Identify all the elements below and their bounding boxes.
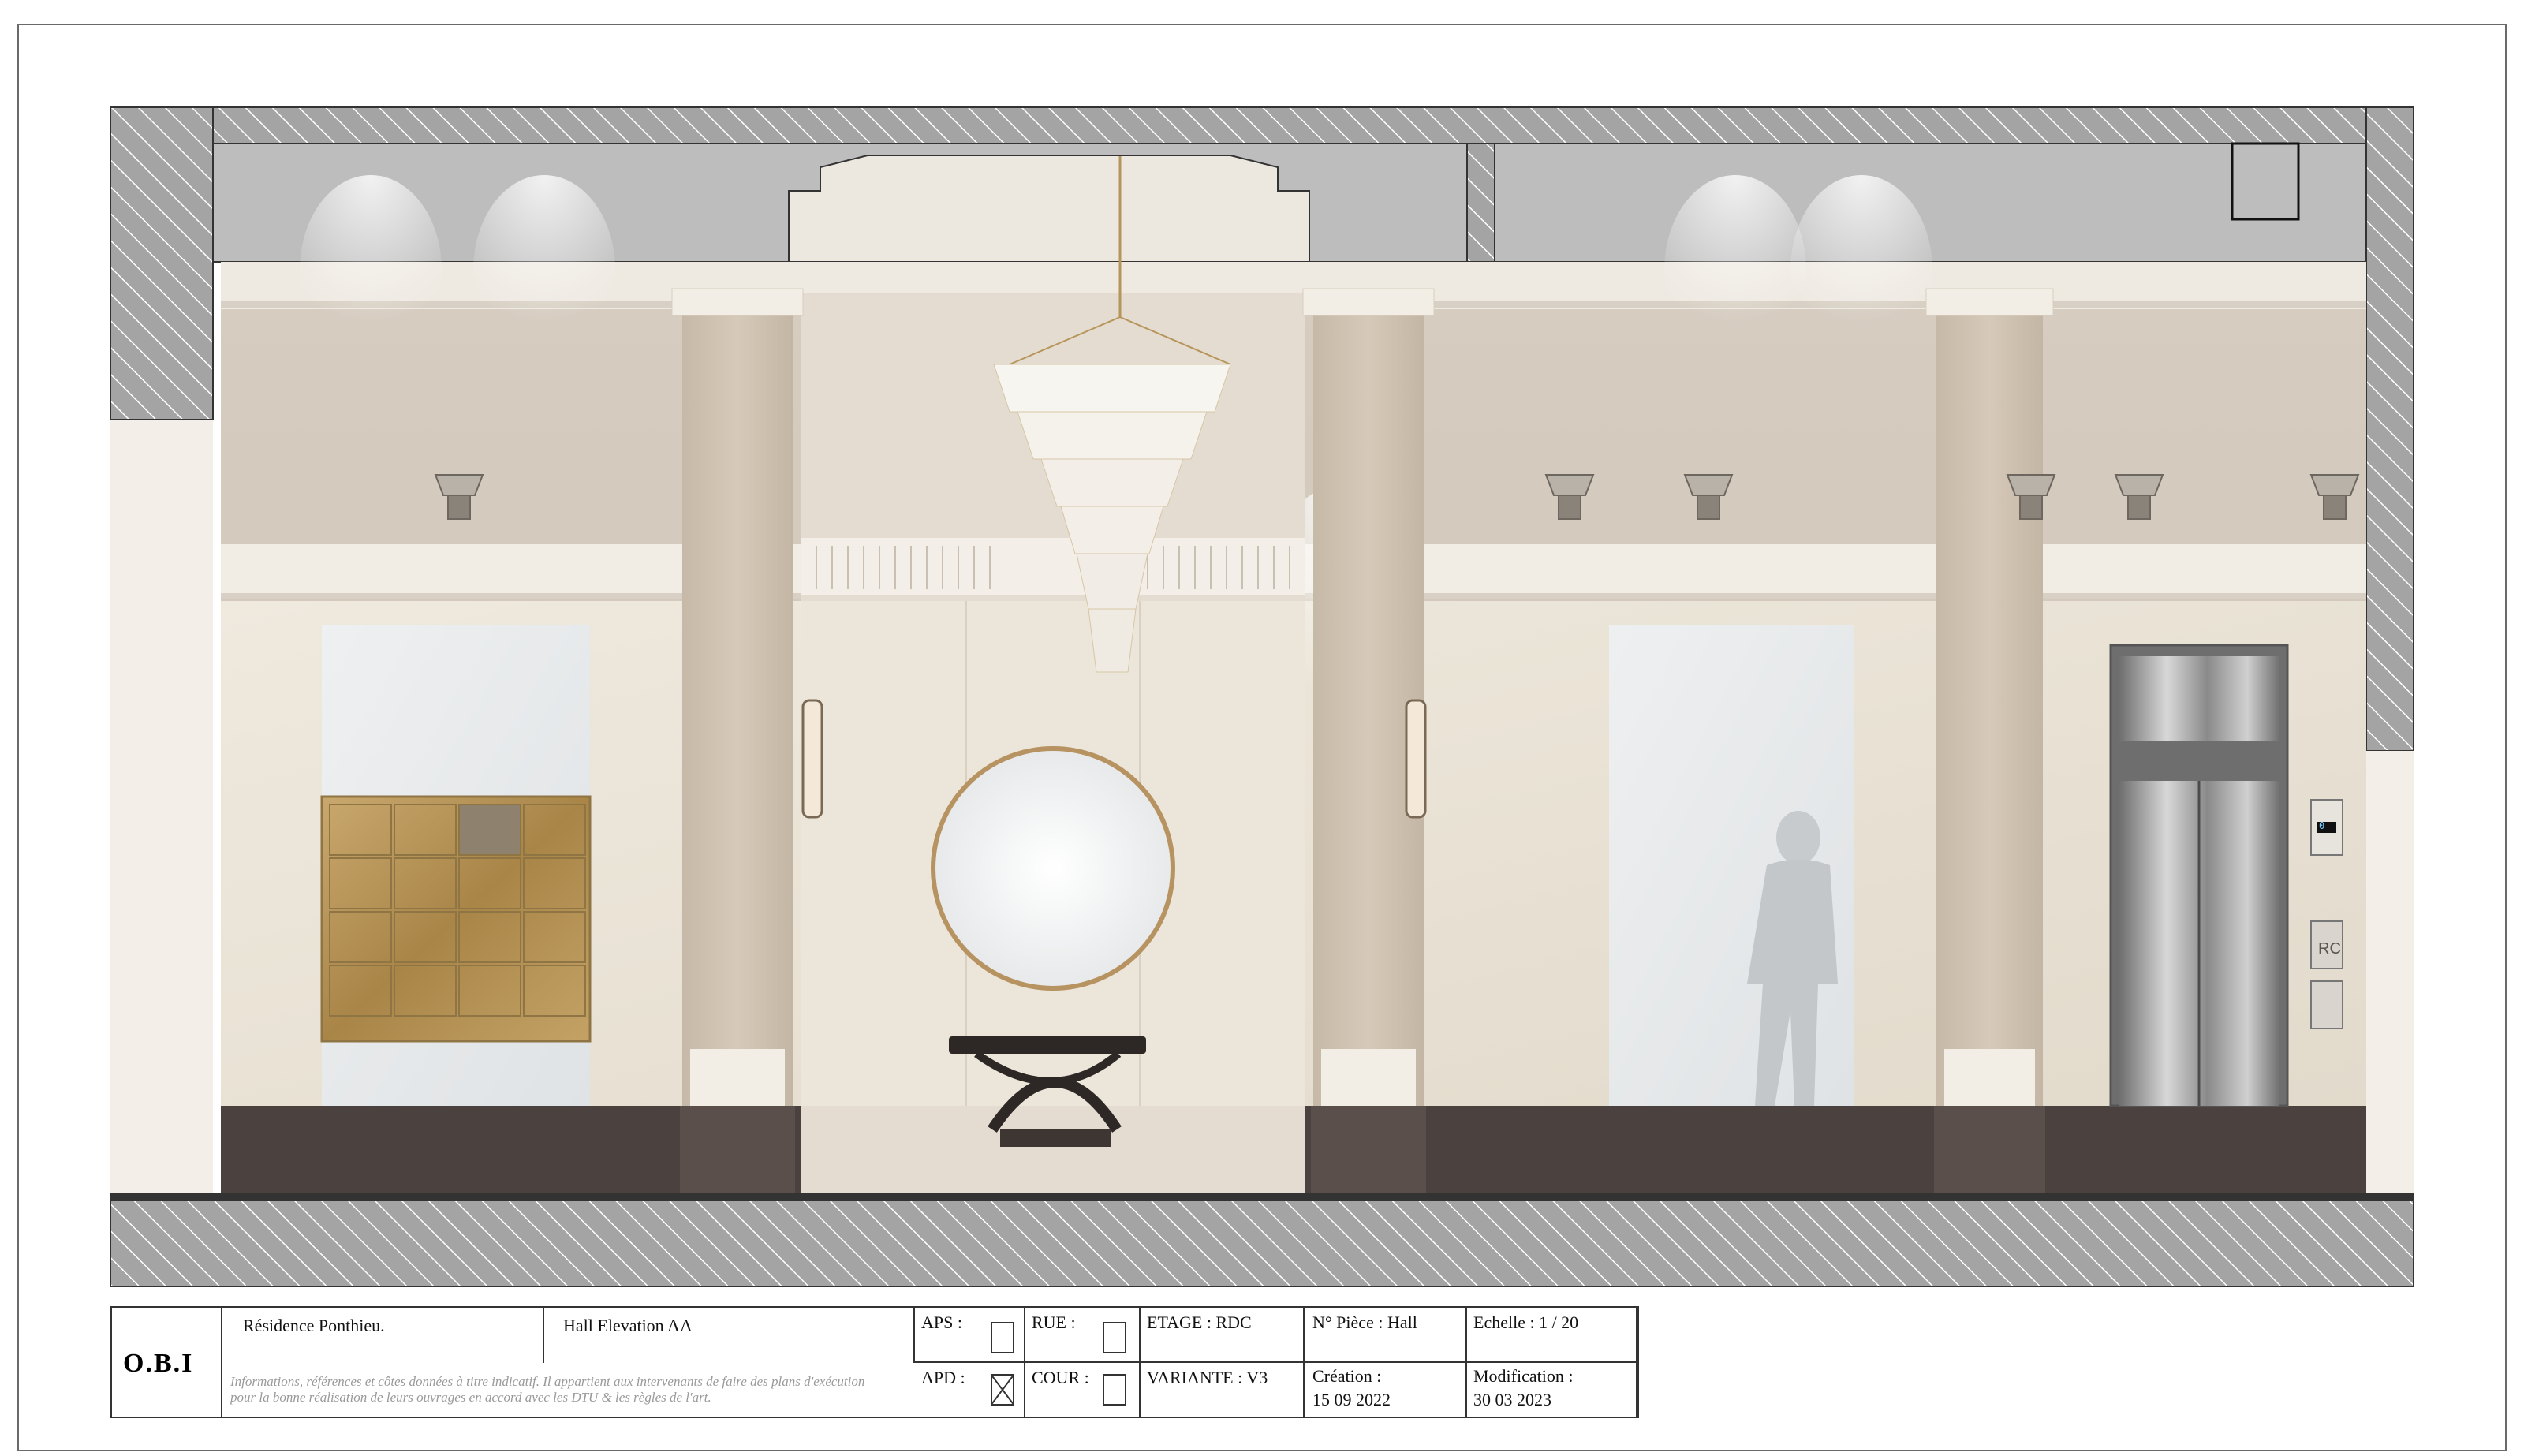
cour-label: COUR : xyxy=(1032,1368,1089,1387)
piece-cell: N° Pièce : Hall xyxy=(1305,1308,1467,1363)
creation-date: 15 09 2022 xyxy=(1312,1390,1391,1409)
project-name: Résidence Ponthieu. xyxy=(243,1316,385,1335)
project-cell: Résidence Ponthieu. xyxy=(222,1308,544,1363)
elevator-panel-label: RC xyxy=(2318,940,2341,958)
apd-checkbox xyxy=(991,1374,1014,1406)
logo-cell: O.B.I xyxy=(112,1308,222,1417)
creation-label: Création : xyxy=(1312,1366,1382,1386)
rue-cell: RUE : xyxy=(1025,1308,1141,1363)
creation-cell: Création : 15 09 2022 xyxy=(1305,1363,1467,1417)
title-block: O.B.I Résidence Ponthieu. Hall Elevation… xyxy=(110,1306,1639,1418)
aps-checkbox xyxy=(991,1322,1014,1353)
rue-checkbox xyxy=(1103,1322,1126,1353)
variante-text: VARIANTE : V3 xyxy=(1147,1368,1268,1387)
drawing-name: Hall Elevation AA xyxy=(563,1316,693,1335)
floor-line xyxy=(110,1193,2414,1200)
variante-cell: VARIANTE : V3 xyxy=(1141,1363,1305,1417)
rue-label: RUE : xyxy=(1032,1312,1076,1332)
apd-label: APD : xyxy=(921,1368,965,1387)
obi-logo: O.B.I xyxy=(123,1349,194,1378)
modification-cell: Modification : 30 03 2023 xyxy=(1467,1363,1637,1417)
apd-cell: APD : xyxy=(915,1363,1025,1417)
elevator-floor-display: 0 xyxy=(2319,820,2325,831)
echelle-cell: Echelle : 1 / 20 xyxy=(1467,1308,1637,1363)
cour-checkbox xyxy=(1103,1374,1126,1406)
piece-text: N° Pièce : Hall xyxy=(1312,1312,1417,1332)
etage-cell: ETAGE : RDC xyxy=(1141,1308,1305,1363)
disclaimer-text: Informations, références et côtes donnée… xyxy=(230,1374,865,1405)
round-mirror xyxy=(931,746,1175,991)
aps-cell: APS : xyxy=(915,1308,1025,1363)
aps-label: APS : xyxy=(921,1312,962,1332)
cour-cell: COUR : xyxy=(1025,1363,1141,1417)
drawing-name-cell: Hall Elevation AA xyxy=(544,1308,915,1363)
etage-text: ETAGE : RDC xyxy=(1147,1312,1252,1332)
modification-label: Modification : xyxy=(1473,1366,1574,1386)
echelle-text: Echelle : 1 / 20 xyxy=(1473,1312,1579,1332)
mailboxes xyxy=(320,795,592,1043)
modification-date: 30 03 2023 xyxy=(1473,1390,1551,1409)
hall-elevation-drawing xyxy=(110,106,2414,1287)
